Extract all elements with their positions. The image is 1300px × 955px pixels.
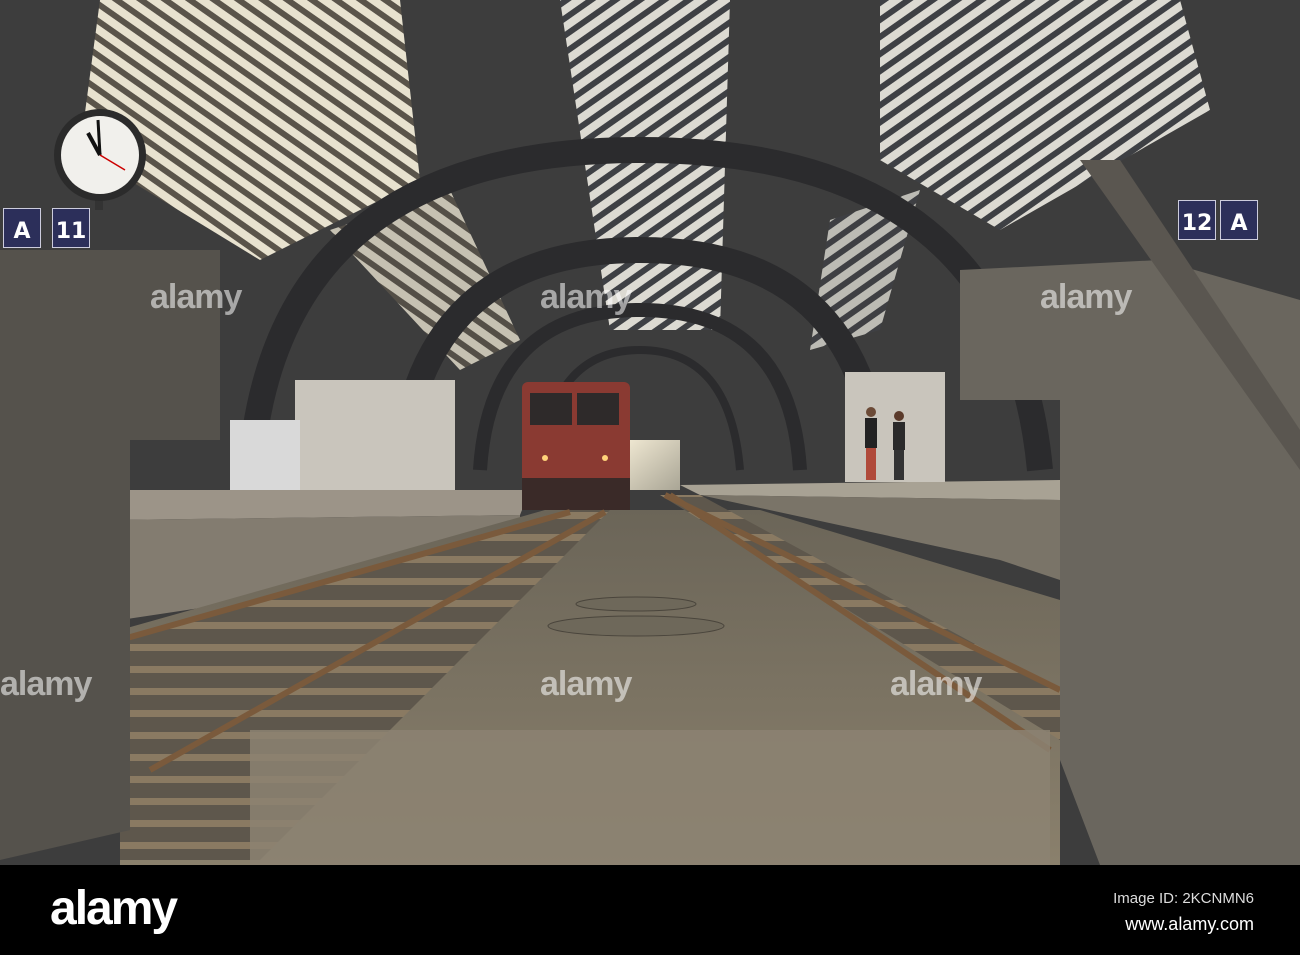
- station-photo: [0, 0, 1300, 865]
- track-number-sign-right: 12: [1178, 200, 1216, 240]
- stock-banner: alamy Image ID: 2KCNMN6 www.alamy.com: [0, 865, 1300, 955]
- watermark: alamy: [150, 278, 242, 316]
- sign-text: 11: [55, 219, 87, 244]
- platform-section-sign-right: A: [1220, 200, 1258, 240]
- platform-left: [100, 490, 530, 520]
- sign-text: A: [13, 219, 31, 244]
- image-id: Image ID: 2KCNMN6: [1113, 890, 1254, 907]
- train: [522, 382, 630, 510]
- watermark: alamy: [1040, 278, 1132, 316]
- watermark: alamy: [0, 665, 92, 703]
- station-scene: [0, 0, 1300, 865]
- sign-text: A: [1230, 211, 1248, 236]
- watermark: alamy: [890, 665, 982, 703]
- track-number-sign-left: 11: [52, 208, 90, 248]
- platform-section-sign-left: A: [3, 208, 41, 248]
- website-link[interactable]: www.alamy.com: [1125, 914, 1254, 935]
- watermark: alamy: [540, 278, 632, 316]
- alamy-logo: alamy: [50, 882, 178, 935]
- watermark: alamy: [540, 665, 632, 703]
- sign-text: 12: [1181, 211, 1213, 236]
